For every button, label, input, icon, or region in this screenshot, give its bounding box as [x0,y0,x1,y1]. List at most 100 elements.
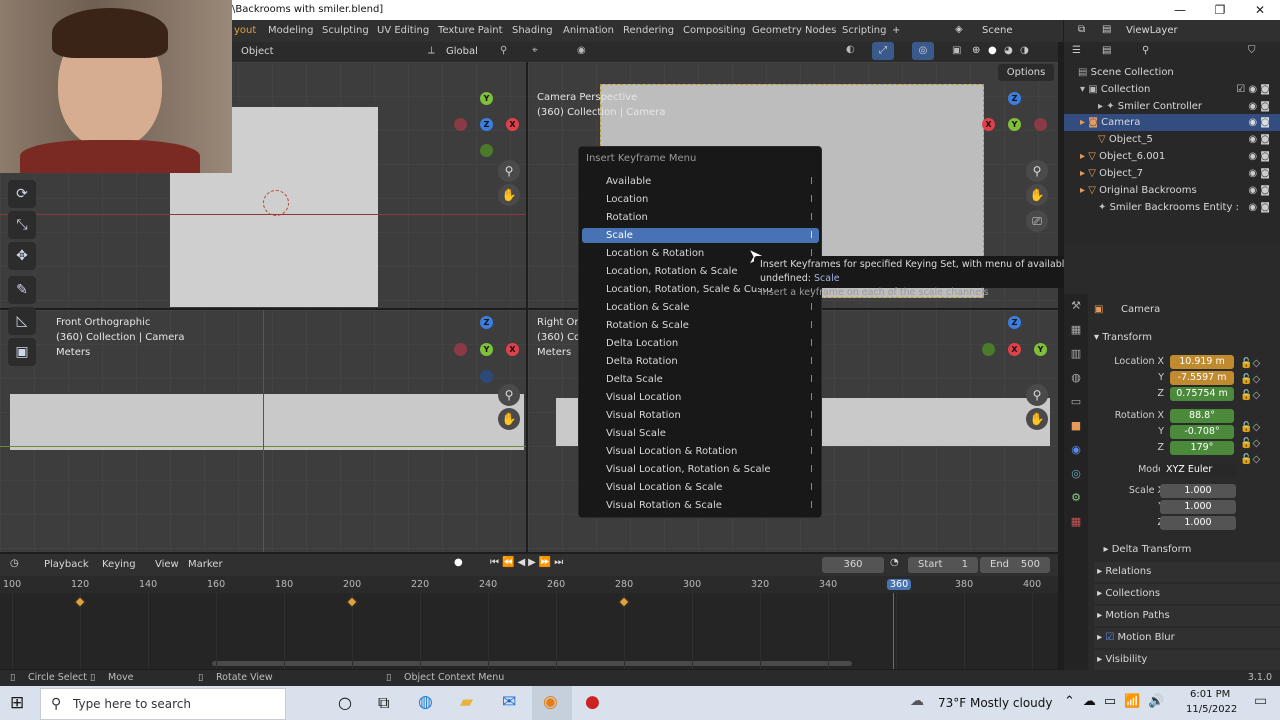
scale-x-field[interactable]: 1.000 [1160,484,1236,498]
tab-sculpting[interactable]: Sculpting [322,25,369,36]
add-cube-tool-icon[interactable]: ▣ [8,338,36,366]
tab-animation[interactable]: Animation [563,25,614,36]
gizmo-z-icon[interactable]: Z [480,118,493,131]
tab-modeling[interactable]: Modeling [268,25,314,36]
menu-item-available[interactable]: Available I [582,174,819,189]
editor-type-icon[interactable]: ◷ [10,558,19,569]
timeline-scrollbar[interactable] [212,661,852,666]
edge-browser-icon[interactable]: ◍ [418,692,433,712]
gizmo-toggle-icon[interactable]: ⤢ [872,42,894,60]
options-dropdown[interactable]: Options [998,64,1054,81]
menu-item-delta-scale[interactable]: Delta Scale I [582,372,819,387]
location-z-field[interactable]: 0.75754 m [1170,387,1234,401]
gizmo-x-icon[interactable]: X [506,118,519,131]
record-icon[interactable]: ● [454,557,463,568]
outliner-item-smiler-controller[interactable]: ▸ ✦ Smiler Controller ◉ ◙ [1064,98,1280,115]
start-frame-field[interactable]: Start 1 [908,557,978,573]
visibility-icon[interactable]: ◐ [846,44,855,55]
menu-item-visual-scale[interactable]: Visual Scale I [582,426,819,441]
maximize-button[interactable]: ❐ [1200,0,1240,20]
view-layer-selector[interactable]: ⧉ ▤ ViewLayer [1064,20,1280,42]
view-menu[interactable]: View [155,559,179,570]
mail-icon[interactable]: ✉ [502,692,516,712]
blender-icon[interactable]: ◉ [543,692,558,712]
section-collections[interactable]: ▸ Collections [1094,584,1280,604]
gizmo-neg-y-icon[interactable] [982,343,995,356]
scene-selector[interactable]: ◈ Scene [953,20,1063,42]
gizmo-z-icon[interactable]: Z [1008,92,1021,105]
gizmo-z-icon[interactable]: Z [480,316,493,329]
recorder-icon[interactable]: ● [585,692,600,712]
snap-icon[interactable]: ⌖ [532,45,538,56]
outliner-item-object-5[interactable]: ▽ Object_5 ◉ ◙ [1064,131,1280,148]
add-workspace-button[interactable]: + [892,25,900,36]
rotation-x-field[interactable]: 88.8° [1170,409,1234,423]
zoom-icon[interactable]: ⚲ [498,384,520,406]
solid-shading-icon[interactable]: ● [988,45,997,56]
location-y-field[interactable]: -7.5597 m [1170,371,1234,385]
menu-item-visual-rotation[interactable]: Visual Rotation I [582,408,819,423]
rotation-y-field[interactable]: -0.708° [1170,425,1234,439]
pan-hand-icon[interactable]: ✋ [1026,408,1048,430]
gizmo-x-icon[interactable]: X [982,118,995,131]
gizmo-neg-x-icon[interactable] [454,118,467,131]
outliner-item-camera[interactable]: ▸ ◙ Camera ◉ ◙ [1064,114,1280,131]
menu-item-visual-location-rotation[interactable]: Visual Location & Rotation I [582,444,819,459]
rotate-tool-icon[interactable]: ⟳ [8,180,36,208]
material-shading-icon[interactable]: ◕ [1004,45,1013,56]
display-mode-icon[interactable]: ▤ [1102,45,1111,56]
tab-rendering[interactable]: Rendering [623,25,674,36]
system-tray-icons[interactable]: ⌃☁▭📶🔊 [1064,694,1173,709]
keyframe-marker[interactable] [618,596,630,608]
gizmo-y-icon[interactable]: Y [480,343,493,356]
tab-geometry-nodes[interactable]: Geometry Nodes [752,25,836,36]
tab-shading[interactable]: Shading [512,25,553,36]
weather-text[interactable]: 73°F Mostly cloudy [938,696,1053,710]
menu-item-rotation[interactable]: Rotation I [582,210,819,225]
wireframe-shading-icon[interactable]: ⊕ [972,45,980,56]
pan-hand-icon[interactable]: ✋ [1026,184,1048,206]
clock-date[interactable]: 11/5/2022 [1186,704,1237,715]
menu-item-visual-location-scale[interactable]: Visual Location & Scale I [582,480,819,495]
tab-compositing[interactable]: Compositing [683,25,746,36]
gizmo-x-icon[interactable]: X [1008,343,1021,356]
section-relations[interactable]: ▸ Relations [1094,562,1280,582]
xray-icon[interactable]: ▣ [952,45,961,56]
outliner-item-object-7[interactable]: ▸ ▽ Object_7 ◉ ◙ [1064,165,1280,182]
cortana-icon[interactable]: ○ [338,693,352,712]
keyframe-marker[interactable] [346,596,358,608]
menu-item-visual-rotation-scale[interactable]: Visual Rotation & Scale I [582,498,819,513]
tab-uv-editing[interactable]: UV Editing [377,25,429,36]
menu-item-visual-location[interactable]: Visual Location I [582,390,819,405]
scale-z-field[interactable]: 1.000 [1160,516,1236,530]
rotation-mode-dropdown[interactable]: XYZ Euler [1160,463,1236,477]
search-icon[interactable]: ⚲ [1142,45,1149,56]
menu-item-delta-rotation[interactable]: Delta Rotation I [582,354,819,369]
menu-item-rotation-scale[interactable]: Rotation & Scale I [582,318,819,333]
zoom-icon[interactable]: ⚲ [1026,384,1048,406]
marker-menu[interactable]: Marker [188,559,223,570]
zoom-icon[interactable]: ⚲ [498,160,520,182]
tab-texture-paint[interactable]: Texture Paint [438,25,503,36]
gizmo-neg-x-icon[interactable] [1034,118,1047,131]
task-view-icon[interactable]: ⧉ [378,693,389,713]
keyframe-marker[interactable] [74,596,86,608]
lock-keyframe-icons[interactable]: 🔓◇ 🔓◇ 🔓◇ 🔓◇ 🔓◇ 🔓◇ [1240,356,1260,468]
render-shading-icon[interactable]: ◑ [1020,45,1029,56]
gizmo-neg-z-icon[interactable] [480,370,493,383]
menu-item-visual-location-rotation-scale[interactable]: Visual Location, Rotation & Scale I [582,462,819,477]
windows-start-icon[interactable]: ⊞ [10,693,24,713]
tab-layout[interactable]: yout [234,25,256,36]
menu-item-location[interactable]: Location I [582,192,819,207]
proportional-edit-icon[interactable]: ◉ [577,45,586,56]
outliner-item-original-backrooms[interactable]: ▸ ▽ Original Backrooms ◉ ◙ [1064,182,1280,199]
section-motion-blur[interactable]: ▸ ☑ Motion Blur [1094,628,1280,648]
gizmo-neg-y-icon[interactable] [480,144,493,157]
rotation-z-field[interactable]: 179° [1170,441,1234,455]
outliner-item-object-6[interactable]: ▸ ▽ Object_6.001 ◉ ◙ [1064,148,1280,165]
scale-tool-icon[interactable]: ⤡ [8,211,36,239]
timeline-ruler[interactable]: 100 120 140 160 180 200 220 240 260 280 300 320 340 3… [0,576,1058,593]
outliner-root[interactable]: ▤ Scene Collection [1064,64,1280,81]
clock-time[interactable]: 6:01 PM [1190,689,1230,700]
object-name-field[interactable]: Camera [1121,304,1160,315]
